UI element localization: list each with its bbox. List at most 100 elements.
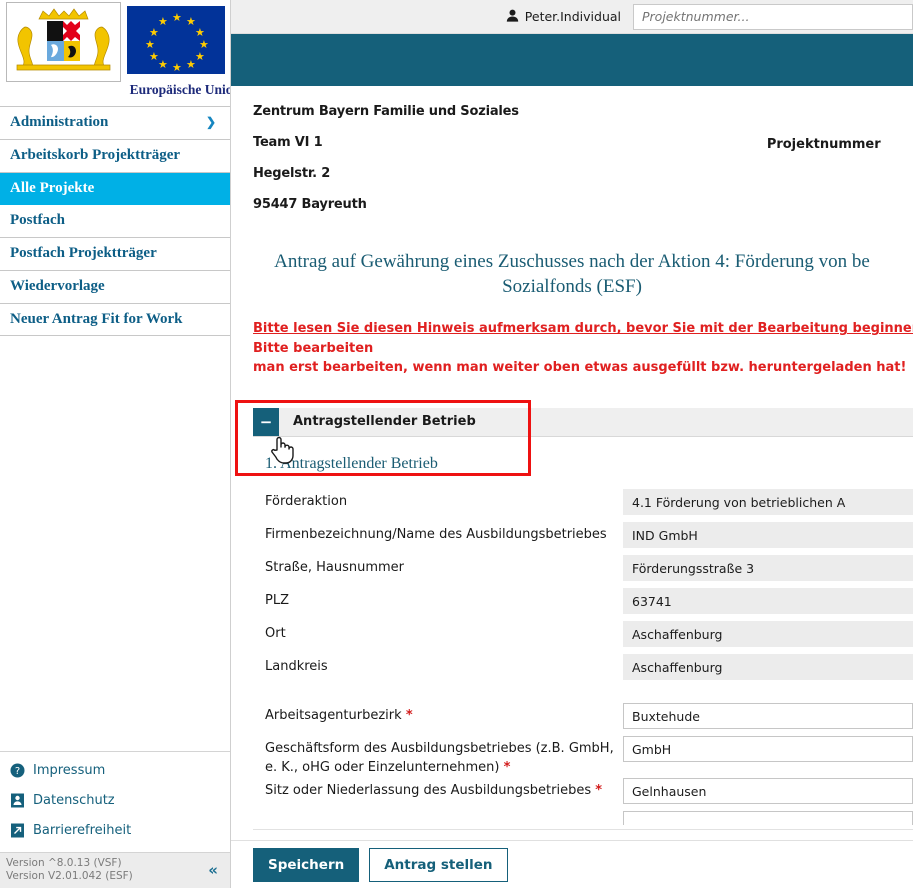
sidebar-item-wiedervorlage[interactable]: Wiedervorlage [0,271,230,304]
required-asterisk: * [503,759,511,775]
field-label: Straße, Hausnummer [265,559,405,575]
help-circle-icon: ? [10,763,25,778]
search-input[interactable] [633,3,913,30]
logo-bar: ★ ★ ★ ★ ★ ★ ★ ★ ★ ★ ★ ★ [0,0,230,84]
field-control: Buxtehude [623,702,913,729]
sidebar-item-postfach-projekttraeger[interactable]: Postfach Projektträger [0,238,230,271]
sidebar-nav: Administration ❯ Arbeitskorb Projektträg… [0,106,230,337]
field-label-text: Geschäftsform des Ausbildungsbetriebes (… [265,740,614,775]
form-row: Förderaktion 4.1 Förderung von betriebli… [253,488,913,522]
form-row: Ort Aschaffenburg [253,620,913,654]
form-row: Firmenbezeichnung/Name des Ausbildungsbe… [253,521,913,555]
address-line: Team VI 1 [253,135,323,150]
field-value-partial[interactable] [623,810,913,825]
teal-header-band [231,34,913,86]
address-block-row: Zentrum Bayern Familie und Soziales Team… [253,104,913,228]
sidebar-item-label: Wiedervorlage [10,277,105,294]
footer-link-label: Impressum [33,763,106,778]
sidebar-item-label: Administration [10,114,109,130]
address-line: Hegelstr. 2 [253,166,331,181]
field-value-strasse: Förderungsstraße 3 [623,554,913,581]
form-divider [253,828,913,830]
accordion-subsection-title: 1. Antragstellender Betrieb [265,454,438,472]
notice-text: Bitte lesen Sie diesen Hinweis aufmerksa… [253,319,913,378]
sidebar-item-alle-projekte[interactable]: Alle Projekte [0,172,230,206]
collapse-sidebar-button[interactable]: « [208,861,218,879]
sidebar-item-label: Arbeitskorb Projektträger [10,146,181,163]
field-label: Landkreis [265,658,328,674]
top-bar: Peter.Individual [231,0,913,34]
version-line-esf: Version V2.01.042 (ESF) [6,870,133,882]
form-row: PLZ 63741 [253,587,913,621]
field-label-text: Sitz oder Niederlassung des Ausbildungsb… [265,782,596,798]
field-label: Sitz oder Niederlassung des Ausbildungsb… [253,778,623,801]
sidebar-item-postfach[interactable]: Postfach [0,205,230,238]
accordion-section: − Antragstellender Betrieb 1. Antragstel… [235,399,913,476]
svg-text:?: ? [15,766,20,777]
version-line-vsf: Version ^8.0.13 (VSF) [6,857,122,870]
field-control: Aschaffenburg [623,653,913,680]
field-value-firmenbezeichnung: IND GmbH [623,521,913,548]
form-row: Arbeitsagenturbezirk * Buxtehude [253,702,913,736]
form-row [253,810,913,825]
field-label: Firmenbezeichnung/Name des Ausbildungsbe… [265,526,607,542]
form-row: Landkreis Aschaffenburg [253,653,913,687]
sidebar-item-label: Neuer Antrag Fit for Work [10,310,183,327]
field-value-sitz[interactable]: Gelnhausen [623,777,913,804]
field-label: Arbeitsagenturbezirk * [253,703,623,726]
sidebar-footer-links: ? Impressum Datenschutz Barrierefreiheit [0,751,230,852]
field-label: Ort [265,625,286,641]
sidebar-item-administration[interactable]: Administration ❯ [0,107,230,140]
sidebar-item-label: Postfach [10,212,65,229]
form-row: Sitz oder Niederlassung des Ausbildungsb… [253,777,913,811]
arrow-external-icon [10,823,25,838]
field-value-ort: Aschaffenburg [623,620,913,647]
notice-second-line: man erst bearbeiten, wenn man weiter obe… [253,360,907,376]
document-content: Zentrum Bayern Familie und Soziales Team… [231,86,913,888]
form-gap [253,687,913,703]
field-control: Gelnhausen [623,777,913,804]
version-text: Version ^8.0.13 (VSF) Version V2.01.042 … [6,857,133,883]
document-title: Antrag auf Gewährung eines Zuschusses na… [271,250,873,299]
version-bar: Version ^8.0.13 (VSF) Version V2.01.042 … [0,852,230,888]
accordion-collapse-button[interactable]: − [253,407,279,436]
submit-application-button[interactable]: Antrag stellen [369,847,508,882]
bavaria-coat-of-arms-icon [6,2,121,82]
footer-link-label: Barrierefreiheit [33,823,132,838]
save-button[interactable]: Speichern [253,847,360,882]
document-title-line1: Antrag auf Gewährung eines Zuschusses na… [274,251,870,272]
accordion-header[interactable]: − Antragstellender Betrieb [253,407,913,437]
person-icon [506,9,519,25]
footer-link-barrierefreiheit[interactable]: Barrierefreiheit [10,816,230,846]
field-control: 4.1 Förderung von betrieblichen A [623,488,913,515]
footer-link-impressum[interactable]: ? Impressum [10,756,230,786]
field-value-geschaeftsform[interactable]: GmbH [623,735,913,762]
form-row-partially-hidden [253,810,913,825]
document-title-line2: Sozialfonds (ESF) [502,275,642,297]
accordion-title: Antragstellender Betrieb [293,414,476,430]
chevron-right-icon: ❯ [205,114,216,129]
action-button-bar: Speichern Antrag stellen [231,840,913,888]
field-label-text: Arbeitsagenturbezirk [265,707,406,723]
main-area: Peter.Individual Zentrum Bayern Familie … [231,0,913,888]
required-asterisk: * [595,782,603,798]
footer-link-datenschutz[interactable]: Datenschutz [10,786,230,816]
field-value-arbeitsagenturbezirk[interactable]: Buxtehude [623,702,913,729]
field-control [623,810,913,825]
address-line: 95447 Bayreuth [253,197,367,212]
field-label [253,811,623,825]
field-value-foerderaktion: 4.1 Förderung von betrieblichen A [623,488,913,515]
project-number-label: Projektnummer [766,137,881,152]
sidebar-item-arbeitskorb-projekttraeger[interactable]: Arbeitskorb Projektträger [0,140,230,173]
user-menu[interactable]: Peter.Individual [506,9,621,25]
sidebar-item-neuer-antrag-fit-for-work[interactable]: Neuer Antrag Fit for Work [0,304,230,337]
field-control: Förderungsstraße 3 [623,554,913,581]
form-row: Straße, Hausnummer Förderungsstraße 3 [253,554,913,588]
field-control: GmbH [623,735,913,762]
field-label: PLZ [265,592,289,608]
address-line: Zentrum Bayern Familie und Soziales [253,104,519,119]
field-control: Aschaffenburg [623,620,913,647]
user-name: Peter.Individual [524,9,621,24]
privacy-badge-icon [10,793,25,808]
sidebar: ★ ★ ★ ★ ★ ★ ★ ★ ★ ★ ★ ★ Europäische Unio… [0,0,231,888]
